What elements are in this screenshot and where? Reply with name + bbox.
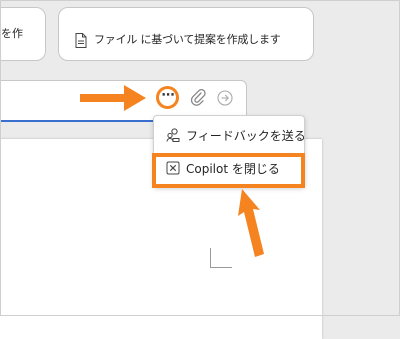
menu-item-send-feedback[interactable]: フィードバックを送る [154, 121, 306, 149]
suggestion-card-label: を作 [1, 27, 23, 40]
menu-item-label: フィードバックを送る [186, 128, 306, 143]
more-options-menu: フィードバックを送る Copilot を閉じる [153, 115, 306, 187]
close-box-icon [166, 161, 180, 175]
more-options-button[interactable]: ⋯ [156, 86, 179, 109]
menu-item-close-copilot[interactable]: Copilot を閉じる [154, 154, 304, 182]
menu-item-label: Copilot を閉じる [186, 161, 280, 176]
more-horizontal-icon: ⋯ [161, 88, 175, 103]
paperclip-icon[interactable] [190, 88, 206, 106]
feedback-icon [166, 128, 180, 142]
suggestion-card-label: ファイル に基づいて提案を作成します [94, 33, 281, 46]
page-corner-marker [210, 248, 232, 268]
suggestion-card-left[interactable]: を作 [0, 7, 46, 61]
annotation-arrow-up-icon [238, 189, 264, 257]
input-focus-underline [0, 120, 155, 122]
document-icon [75, 33, 87, 48]
suggestion-card-file[interactable]: ファイル に基づいて提案を作成します [58, 7, 314, 61]
annotation-arrow-right-icon [80, 85, 146, 111]
send-arrow-icon[interactable] [217, 90, 233, 106]
